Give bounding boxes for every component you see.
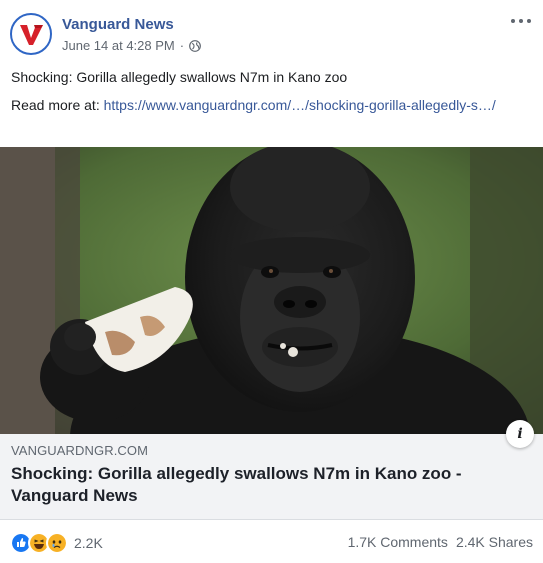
timestamp[interactable]: June 14 at 4:28 PM [62, 38, 175, 53]
sad-reaction-icon [46, 532, 68, 554]
reactions-summary[interactable]: 2.2K [10, 532, 103, 554]
article-link[interactable]: https://www.vanguardngr.com/…/shocking-g… [104, 97, 496, 113]
gorilla-image [0, 147, 543, 434]
vanguard-logo-icon [15, 18, 47, 50]
shares-count[interactable]: 2.4K Shares [456, 534, 533, 550]
link-domain: VANGUARDNGR.COM [11, 443, 149, 458]
meta-separator: · [179, 38, 185, 53]
gorilla-photo[interactable] [0, 147, 543, 434]
link-title[interactable]: Shocking: Gorilla allegedly swallows N7m… [11, 463, 511, 507]
globe-icon [189, 39, 201, 52]
page-avatar[interactable] [10, 13, 52, 55]
post-body: Shocking: Gorilla allegedly swallows N7m… [11, 68, 531, 124]
page-name-link[interactable]: Vanguard News [62, 16, 174, 33]
link-preview-card[interactable]: i VANGUARDNGR.COM Shocking: Gorilla alle… [0, 420, 543, 520]
post-message: Shocking: Gorilla allegedly swallows N7m… [11, 69, 348, 85]
read-more-prefix: Read more at: [11, 97, 104, 113]
info-icon[interactable]: i [506, 420, 534, 448]
reaction-count[interactable]: 2.2K [74, 535, 103, 551]
more-options-icon[interactable] [511, 14, 531, 28]
read-more-line: Read more at: https://www.vanguardngr.co… [11, 96, 531, 115]
comments-count[interactable]: 1.7K Comments [348, 534, 448, 550]
facebook-post: Vanguard News June 14 at 4:28 PM · Shock… [0, 0, 543, 563]
engagement-stats: 1.7K Comments 2.4K Shares [348, 534, 533, 550]
post-footer: 2.2K 1.7K Comments 2.4K Shares [0, 520, 543, 563]
post-meta: June 14 at 4:28 PM · [62, 38, 201, 53]
